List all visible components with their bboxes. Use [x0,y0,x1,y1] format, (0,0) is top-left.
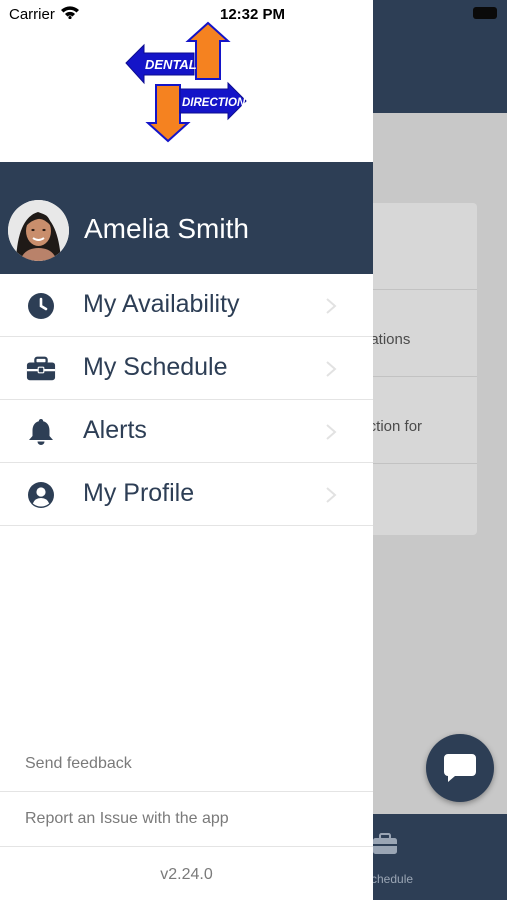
chevron-right-icon [326,298,337,314]
send-feedback-link[interactable]: Send feedback [0,737,373,791]
menu-item-label: My Schedule [83,353,228,381]
report-issue-link[interactable]: Report an Issue with the app [0,791,373,845]
logo-text-top: DENTAL [145,57,197,72]
briefcase-icon [373,833,397,854]
menu-item-label: Alerts [83,416,147,444]
clock-icon [26,292,56,320]
menu-item-my-schedule[interactable]: My Schedule [0,337,373,400]
app-version: v2.24.0 [0,846,373,900]
navigation-drawer: Carrier 12:32 PM DENTAL DIRECTIONS Ameli… [0,0,373,900]
chevron-right-icon [326,424,337,440]
user-circle-icon [26,481,56,509]
avatar[interactable] [8,200,69,261]
menu-item-my-availability[interactable]: My Availability [0,274,373,337]
briefcase-icon [26,355,56,383]
menu-item-my-profile[interactable]: My Profile [0,463,373,526]
menu-item-label: My Availability [83,290,240,318]
menu-item-label: My Profile [83,479,195,507]
chat-bubble-icon [444,754,476,782]
user-name: Amelia Smith [84,213,249,244]
background-tab-label: chedule [371,872,414,886]
logo-text-bottom: DIRECTIONS [182,97,248,109]
profile-header[interactable]: Amelia Smith [0,162,373,274]
battery-icon [473,7,497,19]
chevron-right-icon [326,361,337,377]
menu-item-alerts[interactable]: Alerts [0,400,373,463]
drawer-menu: My Availability My Schedule Alerts My Pr… [0,274,373,526]
chat-button[interactable] [426,734,494,802]
chevron-right-icon [326,487,337,503]
carrier-label: Carrier [9,6,55,23]
wifi-icon [61,6,79,19]
dental-directions-logo: DENTAL DIRECTIONS [125,21,248,143]
avatar-photo [8,200,69,261]
bell-icon [26,418,56,446]
